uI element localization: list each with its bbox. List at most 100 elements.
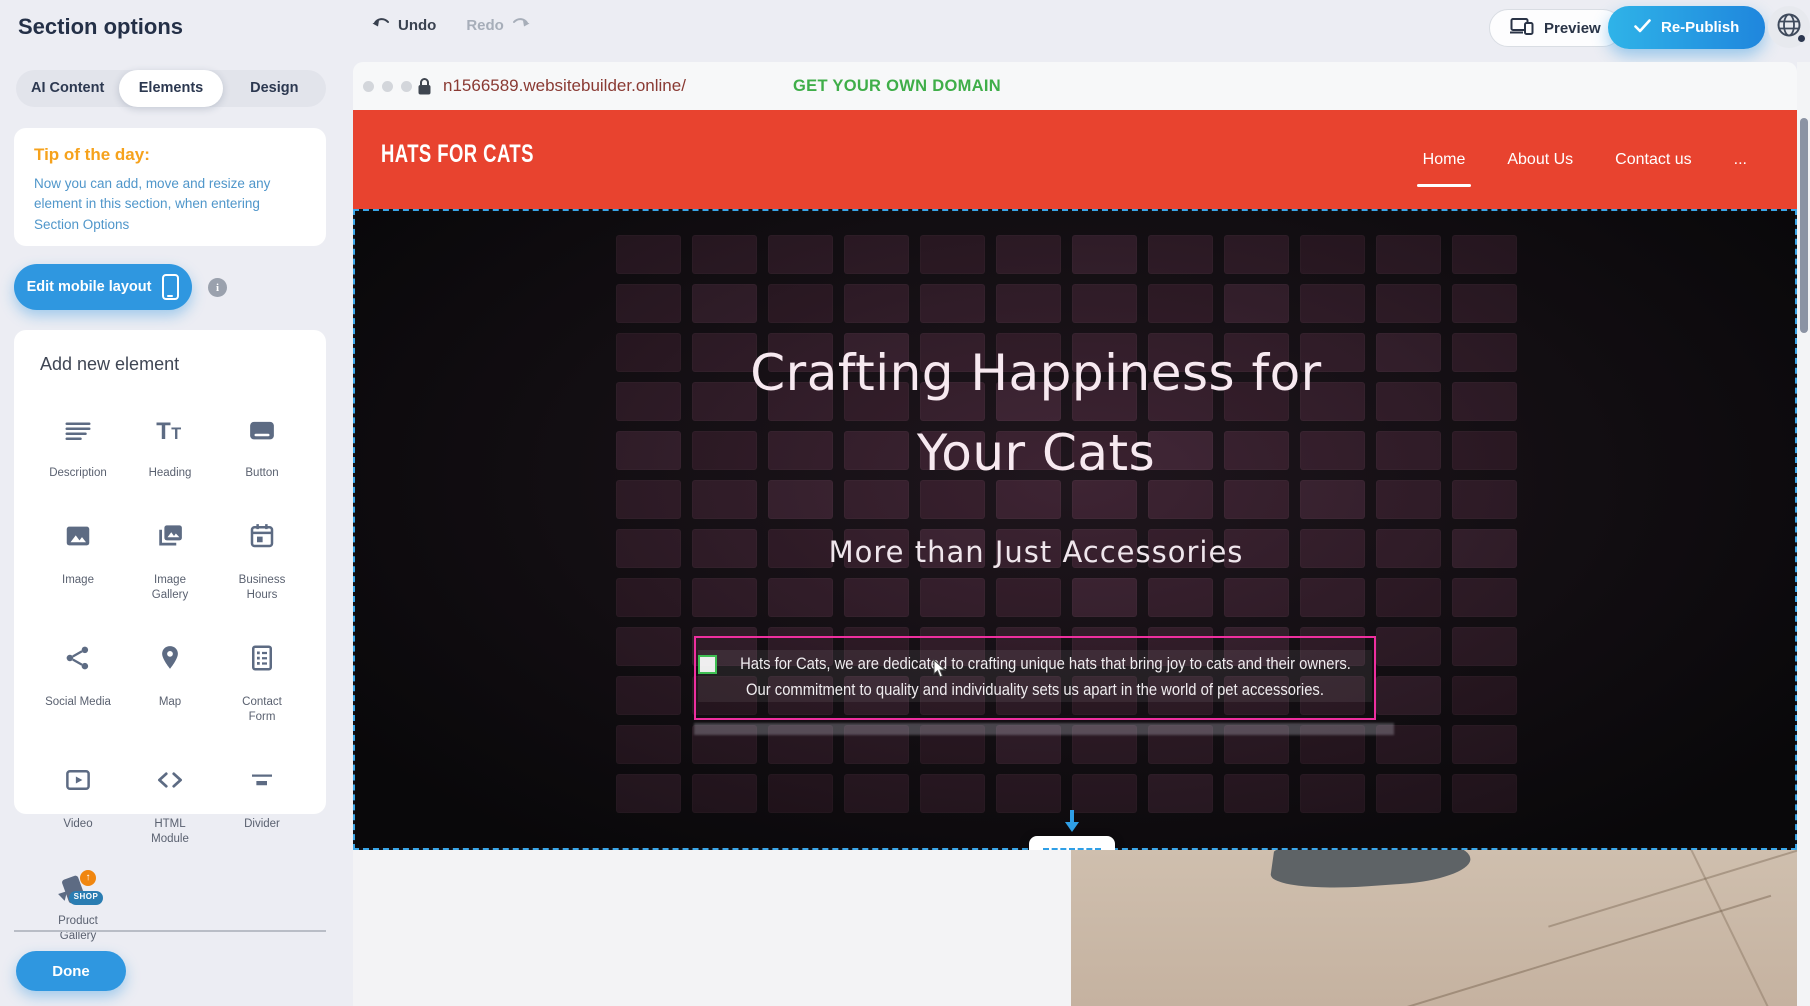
site-logo[interactable]: HATS FOR CATS — [381, 141, 534, 170]
resize-arrow-down-icon — [1063, 808, 1081, 839]
republish-label: Re-Publish — [1661, 19, 1739, 36]
tab-elements[interactable]: Elements — [119, 70, 222, 107]
preview-label: Preview — [1544, 20, 1601, 37]
hero-tile — [1452, 382, 1517, 421]
redo-label: Redo — [466, 17, 504, 34]
hero-tile — [1452, 480, 1517, 519]
info-icon[interactable]: i — [208, 278, 227, 297]
element-description[interactable]: Description — [32, 399, 124, 482]
hero-tile — [692, 578, 757, 617]
nav-about-us[interactable]: About Us — [1505, 145, 1575, 175]
next-section-floor-image[interactable] — [1071, 850, 1797, 1006]
hero-tile — [1452, 431, 1517, 470]
tab-design[interactable]: Design — [223, 70, 326, 107]
redo-icon — [511, 16, 530, 35]
svg-text:T: T — [156, 417, 171, 444]
element-heading[interactable]: TT Heading — [124, 399, 216, 482]
language-globe-button[interactable] — [1768, 6, 1810, 48]
element-label: Business Hours — [239, 573, 286, 604]
hero-tile — [844, 774, 909, 813]
element-contact-form[interactable]: Contact Form — [216, 628, 308, 726]
element-label: HTML Module — [151, 817, 189, 848]
hero-tile — [1072, 578, 1137, 617]
edit-mobile-label: Edit mobile layout — [27, 279, 152, 295]
hero-tile — [616, 725, 681, 764]
tip-title: Tip of the day: — [34, 145, 306, 165]
tip-body: Now you can add, move and resize any ele… — [34, 174, 306, 235]
devices-icon — [1510, 17, 1534, 39]
element-product-gallery[interactable]: ↑ SHOP Product Gallery — [32, 872, 124, 945]
element-image-gallery[interactable]: Image Gallery — [124, 506, 216, 604]
element-video[interactable]: Video — [32, 750, 124, 848]
preview-button[interactable]: Preview — [1489, 9, 1622, 47]
nav-more-ellipsis[interactable]: ... — [1732, 145, 1749, 175]
undo-label: Undo — [398, 17, 436, 34]
hero-tile — [1300, 578, 1365, 617]
hero-tile — [1452, 284, 1517, 323]
hero-tile — [692, 774, 757, 813]
address-bar-url[interactable]: n1566589.websitebuilder.online/ — [443, 62, 686, 110]
panel-divider — [14, 930, 326, 932]
check-icon — [1634, 19, 1651, 37]
element-social-media[interactable]: Social Media — [32, 628, 124, 726]
hero-tile — [920, 578, 985, 617]
panel-tabs: AI Content Elements Design — [16, 70, 326, 107]
hero-tile — [616, 529, 681, 568]
element-image[interactable]: Image — [32, 506, 124, 604]
element-grid: Description TT Heading Button Image Imag… — [32, 399, 308, 945]
hero-section-selected[interactable]: Crafting Happiness for Your Cats More th… — [353, 209, 1797, 850]
hero-tile — [920, 774, 985, 813]
hero-content: Crafting Happiness for Your Cats More th… — [686, 211, 1386, 569]
map-pin-icon — [155, 628, 185, 689]
redo-button[interactable]: Redo — [466, 16, 530, 35]
hero-tile — [1452, 333, 1517, 372]
element-label: Divider — [244, 817, 280, 833]
get-domain-link[interactable]: GET YOUR OWN DOMAIN — [793, 62, 1001, 110]
element-divider[interactable]: Divider — [216, 750, 308, 848]
floor-tile-seam — [1331, 895, 1771, 1006]
hero-tile — [1452, 774, 1517, 813]
edit-mobile-layout-button[interactable]: Edit mobile layout — [14, 264, 192, 310]
element-label: Button — [245, 466, 278, 482]
paragraph-line-1: Hats for Cats, we are dedicated to craft… — [740, 651, 1330, 677]
shop-badge: SHOP — [69, 891, 103, 905]
hero-heading[interactable]: Crafting Happiness for Your Cats — [686, 333, 1386, 493]
page-scrollbar-thumb[interactable] — [1800, 118, 1808, 333]
hero-paragraph[interactable]: Hats for Cats, we are dedicated to craft… — [696, 638, 1374, 703]
heading-icon: TT — [155, 399, 185, 460]
hero-tile — [1224, 774, 1289, 813]
element-button[interactable]: Button — [216, 399, 308, 482]
tab-ai-content[interactable]: AI Content — [16, 70, 119, 107]
element-label: Description — [49, 466, 107, 482]
page-title: Section options — [18, 14, 183, 40]
code-icon — [155, 750, 185, 811]
form-icon — [247, 628, 277, 689]
nav-home[interactable]: Home — [1421, 145, 1468, 175]
add-element-title: Add new element — [32, 354, 308, 375]
calendar-icon — [247, 506, 277, 567]
hero-tile — [616, 578, 681, 617]
hero-subheading[interactable]: More than Just Accessories — [686, 535, 1386, 569]
element-business-hours[interactable]: Business Hours — [216, 506, 308, 604]
paragraph-selection-box[interactable]: Hats for Cats, we are dedicated to craft… — [694, 636, 1376, 720]
globe-status-dot — [1797, 34, 1806, 43]
republish-button[interactable]: Re-Publish — [1608, 6, 1765, 49]
add-element-card: Add new element Description TT Heading B… — [14, 330, 326, 814]
site-header: HATS FOR CATS Home About Us Contact us .… — [353, 110, 1797, 209]
nav-contact-us[interactable]: Contact us — [1613, 145, 1693, 175]
element-html-module[interactable]: HTML Module — [124, 750, 216, 848]
hero-tile — [1300, 774, 1365, 813]
hero-tile — [1224, 578, 1289, 617]
next-section-empty[interactable] — [353, 850, 1071, 1006]
browser-chrome: n1566589.websitebuilder.online/ GET YOUR… — [353, 62, 1797, 110]
done-button[interactable]: Done — [16, 951, 126, 991]
hero-tile — [1072, 774, 1137, 813]
hero-tile — [616, 235, 681, 274]
undo-button[interactable]: Undo — [372, 16, 436, 35]
element-map[interactable]: Map — [124, 628, 216, 726]
hero-tile — [768, 578, 833, 617]
hero-tile — [1452, 529, 1517, 568]
element-label: Image Gallery — [152, 573, 188, 604]
upgrade-arrow-icon: ↑ — [80, 870, 96, 886]
element-label: Map — [159, 695, 181, 711]
